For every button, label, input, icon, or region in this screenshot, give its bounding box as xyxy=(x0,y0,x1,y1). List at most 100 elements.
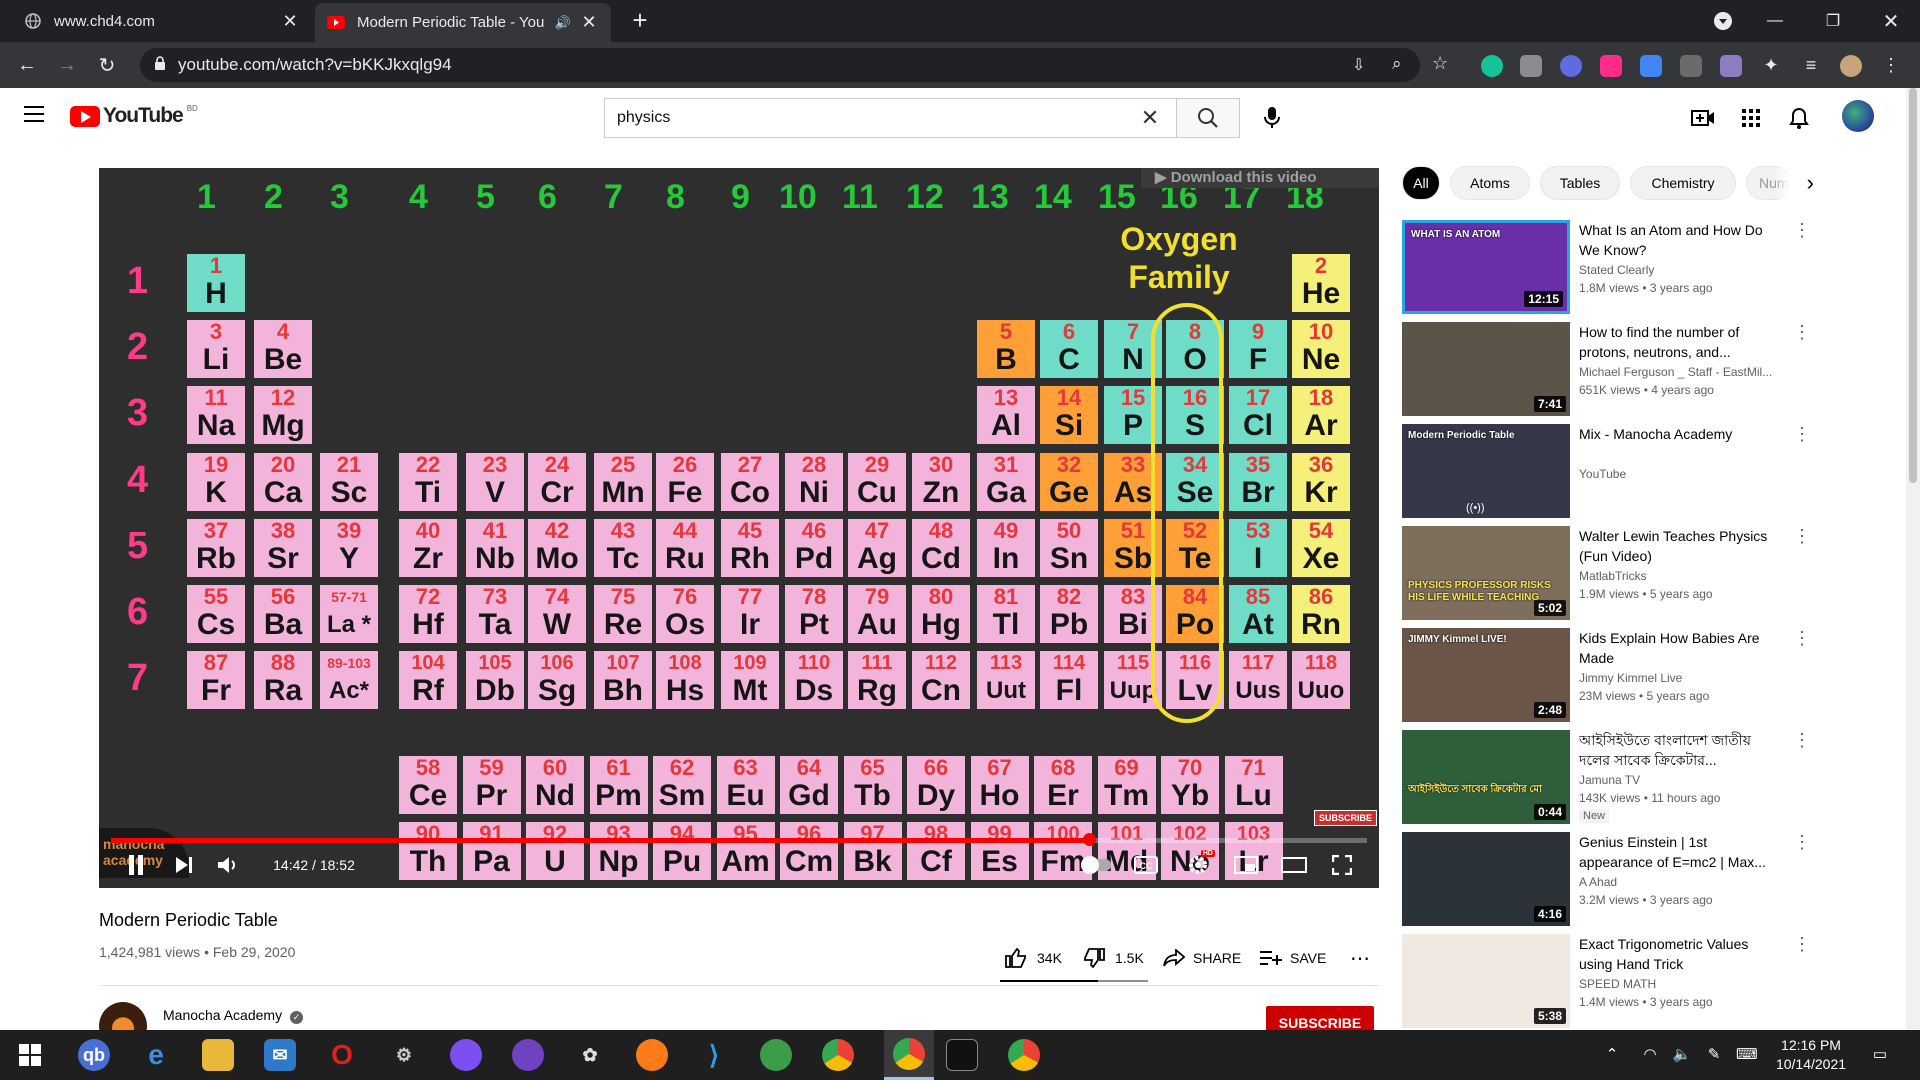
pen-extension-icon[interactable] xyxy=(1720,55,1742,77)
recommendation-channel[interactable]: A Ahad xyxy=(1579,875,1784,889)
microphone-icon[interactable] xyxy=(1254,100,1290,136)
page-scrollbar[interactable] xyxy=(1906,88,1920,1030)
camera-extension-icon[interactable] xyxy=(1520,55,1542,77)
recommendation-title[interactable]: How to find the number of protons, neutr… xyxy=(1579,322,1784,362)
recommendation-title[interactable]: আইসিইউতে বাংলাদেশ জাতীয় দলের সাবেক ক্রি… xyxy=(1579,730,1784,770)
notifications-bell-icon[interactable] xyxy=(1786,105,1812,131)
youtube-logo[interactable]: YouTube BD xyxy=(70,104,198,128)
forward-icon[interactable]: → xyxy=(52,50,82,80)
play-extension-icon[interactable] xyxy=(1600,55,1622,77)
recommendation-item[interactable]: JIMMY Kimmel LIVE! 2:48 Kids Explain How B… xyxy=(1402,628,1842,724)
recommendation-item[interactable]: 5:38 Exact Trigonometric Values using Han… xyxy=(1402,934,1842,1030)
more-options-icon[interactable]: ⋮ xyxy=(1792,628,1812,649)
channel-name[interactable]: Manocha Academy ✓ xyxy=(163,1007,303,1024)
messenger-icon[interactable] xyxy=(450,1039,482,1071)
pen-tray-icon[interactable]: ✎ xyxy=(1704,1045,1724,1065)
more-options-icon[interactable]: ⋮ xyxy=(1792,322,1812,343)
video-progress-bar[interactable] xyxy=(111,833,1367,846)
search-button[interactable] xyxy=(1176,98,1240,138)
recommendation-item[interactable]: আইসিইউতে সাবেক ক্রিকেটার মো 0:44 আইসিইউতে … xyxy=(1402,730,1842,826)
more-options-icon[interactable]: ⋮ xyxy=(1792,730,1812,751)
account-avatar[interactable] xyxy=(1842,100,1874,132)
more-options-icon[interactable]: ⋮ xyxy=(1792,220,1812,241)
more-options-icon[interactable]: ⋮ xyxy=(1792,424,1812,445)
firefox-icon[interactable] xyxy=(636,1039,668,1071)
chrome-icon[interactable] xyxy=(822,1039,854,1071)
minimize-icon[interactable]: — xyxy=(1750,0,1800,42)
theater-mode-icon[interactable] xyxy=(1277,850,1311,880)
recommendation-channel[interactable]: SPEED MATH xyxy=(1579,977,1784,991)
close-tab-icon[interactable]: ✕ xyxy=(280,11,300,32)
menu-icon[interactable]: ⋮ xyxy=(1880,55,1902,77)
wifi-icon[interactable]: ◠ xyxy=(1640,1045,1660,1065)
reload-icon[interactable]: ↻ xyxy=(92,50,122,80)
reading-list-icon[interactable]: ≡ xyxy=(1800,55,1822,77)
volume-icon[interactable] xyxy=(211,850,245,880)
chip-tables[interactable]: Tables xyxy=(1540,166,1620,200)
recommendation-title[interactable]: Exact Trigonometric Values using Hand Tr… xyxy=(1579,934,1784,974)
recommendation-channel[interactable]: MatlabTricks xyxy=(1579,569,1784,583)
video-player[interactable]: 1 2 3 4 5 6 7 8 9 10 11 12 13 14 15 16 17 18 1 2 3 4 5 6 7 1 H 3 Li 4… xyxy=(99,168,1379,888)
maximize-icon[interactable]: ❐ xyxy=(1808,0,1858,42)
chip-all[interactable]: All xyxy=(1402,166,1440,200)
new-tab-button[interactable]: + xyxy=(625,5,655,35)
next-video-icon[interactable] xyxy=(169,850,199,880)
close-window-icon[interactable]: ✕ xyxy=(1866,0,1916,42)
tab-chd4[interactable]: www.chd4.com ✕ xyxy=(12,0,312,42)
recommendation-item[interactable]: 7:41 How to find the number of protons, n… xyxy=(1402,322,1842,418)
chevron-right-icon[interactable]: › xyxy=(1774,166,1814,200)
recommendation-item[interactable]: WHAT IS AN ATOM 12:15 What Is an Atom and … xyxy=(1402,220,1842,316)
video-thumbnail[interactable]: Modern Periodic Table ((•)) xyxy=(1402,424,1570,518)
video-thumbnail[interactable]: 7:41 xyxy=(1402,322,1570,416)
close-tab-icon[interactable]: ✕ xyxy=(579,12,599,33)
share-button[interactable]: SHARE xyxy=(1163,946,1241,970)
video-thumbnail[interactable]: WHAT IS AN ATOM 12:15 xyxy=(1402,220,1570,314)
recommendation-item[interactable]: 4:16 Genius Einstein | 1st appearance of … xyxy=(1402,832,1842,928)
video-thumbnail[interactable]: আইসিইউতে সাবেক ক্রিকেটার মো 0:44 xyxy=(1402,730,1570,824)
taskbar-clock[interactable]: 12:16 PM 10/14/2021 xyxy=(1766,1036,1856,1074)
show-hidden-icons-chevron[interactable]: ⌃ xyxy=(1602,1045,1622,1065)
vscode-icon[interactable]: ⟩ xyxy=(698,1039,730,1071)
tab-search-icon[interactable] xyxy=(1698,0,1748,42)
recommendation-item[interactable]: PHYSICS PROFESSOR RISKS HIS LIFE WHILE T… xyxy=(1402,526,1842,622)
fullscreen-icon[interactable] xyxy=(1325,850,1359,880)
chip-chemistry[interactable]: Chemistry xyxy=(1630,166,1736,200)
app-icon-globe[interactable] xyxy=(760,1039,792,1071)
recommendation-title[interactable]: Kids Explain How Babies Are Made xyxy=(1579,628,1784,668)
zoom-icon[interactable]: ⌕ xyxy=(1392,54,1402,74)
extension-icon[interactable] xyxy=(1560,55,1582,77)
download-extension-icon[interactable] xyxy=(1640,55,1662,77)
video-thumbnail[interactable]: PHYSICS PROFESSOR RISKS HIS LIFE WHILE T… xyxy=(1402,526,1570,620)
file-explorer-icon[interactable] xyxy=(202,1039,234,1071)
recommendation-title[interactable]: Genius Einstein | 1st appearance of E=mc… xyxy=(1579,832,1784,872)
install-app-icon[interactable]: ⇩ xyxy=(1352,55,1365,75)
recommendation-channel[interactable]: Jamuna TV xyxy=(1579,773,1784,787)
video-thumbnail[interactable]: 5:38 xyxy=(1402,934,1570,1028)
recommendation-item[interactable]: Modern Periodic Table ((•)) Mix - Manocha … xyxy=(1402,424,1842,520)
download-video-banner[interactable]: ▶ Download this video xyxy=(1141,168,1379,188)
video-thumbnail[interactable]: JIMMY Kimmel LIVE! 2:48 xyxy=(1402,628,1570,722)
search-input[interactable]: physics xyxy=(604,98,1176,138)
profile-avatar[interactable] xyxy=(1840,55,1862,77)
recommendation-channel[interactable]: Jimmy Kimmel Live xyxy=(1579,671,1784,685)
grammarly-extension-icon[interactable] xyxy=(1481,55,1503,77)
hamburger-menu-icon[interactable] xyxy=(24,105,48,129)
app-icon-satellite[interactable]: ⚙ xyxy=(388,1039,420,1071)
recommendation-channel[interactable]: YouTube xyxy=(1579,467,1784,481)
github-desktop-icon[interactable] xyxy=(512,1039,544,1071)
video-thumbnail[interactable]: 4:16 xyxy=(1402,832,1570,926)
address-bar[interactable]: youtube.com/watch?v=bKKJkxqlg94 ⇩ ⌕ ☆ xyxy=(140,48,1448,82)
chrome-active-icon[interactable] xyxy=(884,1030,934,1080)
miniplayer-icon[interactable] xyxy=(1229,850,1263,880)
settings-gear-icon[interactable]: HD xyxy=(1181,850,1215,880)
more-actions-icon[interactable]: ⋯ xyxy=(1350,946,1370,970)
app-icon-qb[interactable]: qb xyxy=(78,1039,110,1071)
recommendation-title[interactable]: What Is an Atom and How Do We Know? xyxy=(1579,220,1784,260)
clear-search-icon[interactable]: ✕ xyxy=(1136,104,1164,132)
terminal-icon[interactable] xyxy=(946,1039,978,1071)
notifications-icon[interactable]: ▭ xyxy=(1870,1045,1890,1065)
dislike-button[interactable]: 1.5K xyxy=(1083,946,1144,970)
more-options-icon[interactable]: ⋮ xyxy=(1792,526,1812,547)
more-options-icon[interactable]: ⋮ xyxy=(1792,832,1812,853)
chip-atoms[interactable]: Atoms xyxy=(1450,166,1530,200)
